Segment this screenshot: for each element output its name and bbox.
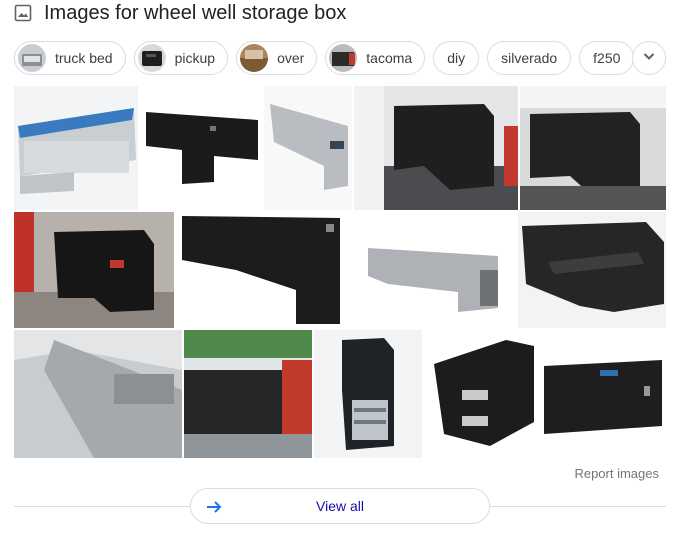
image-result-red-truck-bed-box[interactable] xyxy=(184,330,312,458)
chip-label: tacoma xyxy=(366,50,413,66)
chip-f250[interactable]: f250 xyxy=(579,41,635,75)
chip-diy[interactable]: diy xyxy=(433,41,480,75)
image-result-truck-bed-diamond-plate[interactable] xyxy=(14,330,182,458)
chip-pickup[interactable]: pickup xyxy=(133,41,229,75)
image-result-black-diamond-plate-box[interactable] xyxy=(140,86,262,210)
image-result-swing-case-white-truck[interactable] xyxy=(520,86,666,210)
chip-silverado[interactable]: silverado xyxy=(487,41,572,75)
image-result-aluminum-box-drawers[interactable] xyxy=(348,212,516,328)
chip-label: f250 xyxy=(593,50,621,66)
refinement-chips: truck bed pickup over tacoma diy silvera… xyxy=(14,40,642,76)
chip-thumbnail xyxy=(137,44,166,72)
more-chips-button[interactable] xyxy=(632,41,666,75)
image-result-silver-wedge-box[interactable] xyxy=(264,86,352,210)
chip-label: over xyxy=(277,50,305,66)
chip-label: silverado xyxy=(501,50,558,66)
view-all-button[interactable]: View all xyxy=(190,488,490,524)
image-result-black-wedge-drawers[interactable] xyxy=(424,330,538,458)
chip-thumbnail xyxy=(329,44,358,72)
chip-thumbnail xyxy=(240,44,269,72)
image-result-swing-case-in-bed[interactable] xyxy=(354,86,518,210)
image-result-box-with-drawers[interactable] xyxy=(314,330,422,458)
image-result-black-long-box[interactable] xyxy=(540,330,666,458)
chip-tacoma[interactable]: tacoma xyxy=(325,41,426,75)
chip-thumbnail xyxy=(18,44,46,72)
arrow-right-icon xyxy=(205,498,223,516)
page-title: Images for wheel well storage box xyxy=(44,1,347,24)
results-header: Images for wheel well storage box xyxy=(14,2,346,24)
chip-over[interactable]: over xyxy=(236,41,318,75)
report-images-link[interactable]: Report images xyxy=(574,466,659,481)
chip-label: diy xyxy=(447,50,466,66)
image-result-black-diamond-wedge[interactable] xyxy=(176,212,346,328)
image-result-red-truck-swing-case[interactable] xyxy=(14,212,174,328)
chip-label: pickup xyxy=(174,50,216,66)
view-all-label: View all xyxy=(316,498,364,514)
chip-label: truck bed xyxy=(55,50,113,66)
image-result-swing-case-open[interactable] xyxy=(518,212,666,328)
image-icon xyxy=(14,4,32,22)
chip-truck-bed[interactable]: truck bed xyxy=(14,41,126,75)
image-result-aluminum-wheel-well-box[interactable] xyxy=(14,86,138,210)
chevron-down-icon xyxy=(642,49,656,68)
